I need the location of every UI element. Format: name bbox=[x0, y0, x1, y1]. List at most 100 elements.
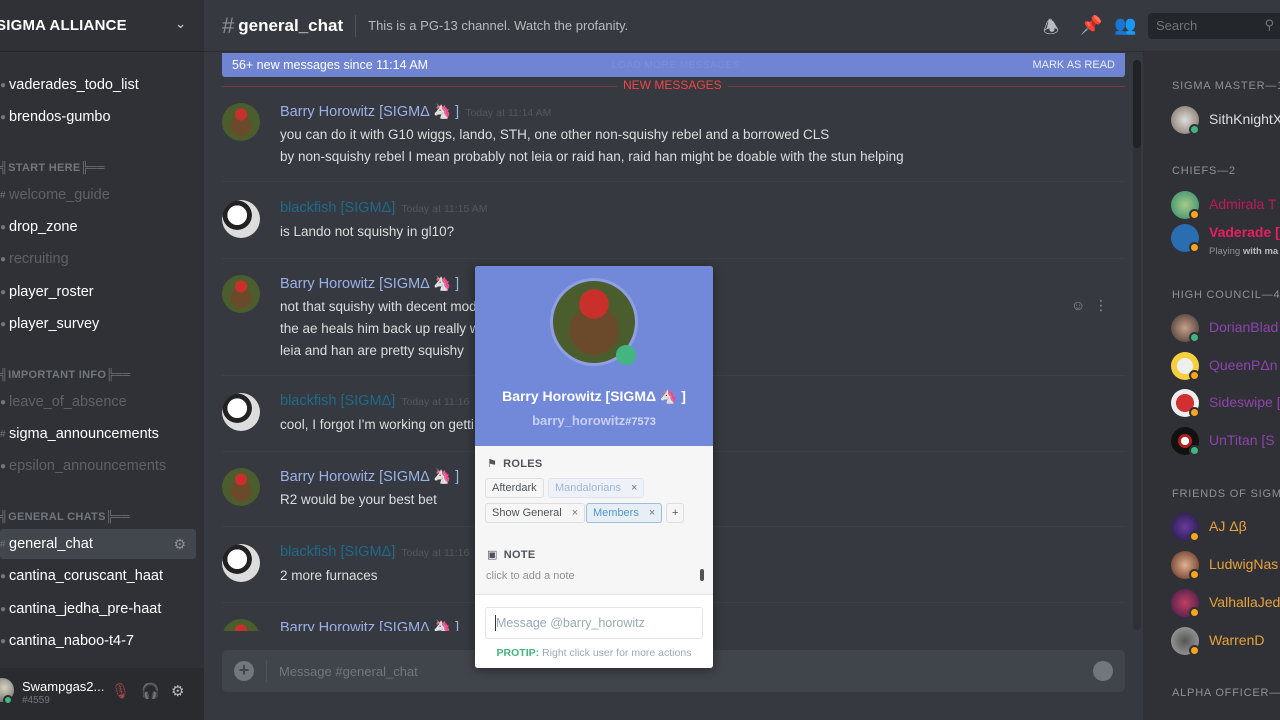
channel-epsilon-announcements[interactable]: ● epsilon_announcements bbox=[0, 451, 196, 481]
message-text: R2 would be your best bet bbox=[280, 492, 437, 507]
member-group-header: SIGMA MASTER—1 bbox=[1172, 80, 1280, 92]
channel-title: general_chat bbox=[238, 15, 344, 35]
channel-player-roster[interactable]: ● player_roster bbox=[0, 277, 196, 307]
channel-brendos-gumbo[interactable]: ● brendos-gumbo bbox=[0, 102, 196, 132]
channel-drop-zone[interactable]: ● drop_zone bbox=[0, 212, 196, 242]
upload-plus-icon[interactable]: + bbox=[234, 661, 254, 681]
settings-gear-icon[interactable]: ⚙ bbox=[171, 682, 184, 700]
member-group-header: CHIEFS—2 bbox=[1172, 165, 1236, 177]
add-role-button[interactable]: + bbox=[666, 503, 685, 523]
member-item[interactable]: ValhallaJed bbox=[1171, 589, 1280, 621]
text-caret bbox=[495, 615, 496, 631]
composer-divider bbox=[266, 660, 267, 682]
user-panel: Swampgas2... #4559 🎙 🎧 ⚙ bbox=[0, 668, 204, 720]
mute-microphone-icon[interactable]: 🎙 bbox=[111, 682, 130, 700]
member-item[interactable]: DorianBlad bbox=[1171, 314, 1280, 346]
remove-role-icon[interactable]: × bbox=[631, 482, 637, 494]
server-name: SIGMA ALLIANCE bbox=[0, 17, 127, 34]
channel-cantina-naboo-t4-7[interactable]: ● cantina_naboo-t4-7 bbox=[0, 626, 196, 656]
pin-icon[interactable]: 📌 bbox=[1080, 15, 1102, 36]
message-author[interactable]: Barry Horowitz [SIGMΔ 🦄 ] bbox=[280, 468, 459, 485]
flag-icon: ⚑ bbox=[487, 458, 498, 470]
member-item[interactable]: UnTitan [S bbox=[1171, 427, 1280, 459]
role-tag: Members × bbox=[586, 503, 663, 523]
author-avatar[interactable] bbox=[222, 200, 260, 238]
note-input[interactable]: click to add a note bbox=[486, 570, 575, 582]
channel-cantina-coruscant-haat[interactable]: ● cantina_coruscant_haat bbox=[0, 561, 196, 591]
member-item[interactable]: Admirala T bbox=[1171, 191, 1280, 223]
member-item[interactable]: Sideswipe [ bbox=[1171, 389, 1280, 421]
member-group-header: FRIENDS OF SIGMA bbox=[1172, 488, 1280, 500]
scrollbar-thumb[interactable] bbox=[1133, 60, 1141, 148]
member-item[interactable]: LudwigNas bbox=[1171, 551, 1280, 583]
member-item[interactable]: AJ Δβ bbox=[1171, 513, 1280, 545]
search-input[interactable]: Search ⚲ bbox=[1148, 13, 1280, 39]
direct-message-input[interactable]: Message @barry_horowitz bbox=[485, 607, 703, 639]
status-idle-icon bbox=[1189, 209, 1200, 220]
headphones-icon[interactable]: 🎧 bbox=[141, 682, 160, 700]
member-item[interactable]: WarrenD bbox=[1171, 627, 1280, 659]
message-timestamp: Today at 11:16 bbox=[401, 547, 470, 559]
note-icon: ▣ bbox=[487, 549, 498, 561]
hash-icon: # bbox=[0, 428, 6, 440]
add-reaction-icon[interactable]: ☺ bbox=[1071, 297, 1085, 313]
bell-icon[interactable]: 🕭 bbox=[1043, 15, 1059, 45]
author-avatar[interactable] bbox=[222, 619, 260, 631]
online-status-indicator bbox=[3, 695, 13, 705]
channel-welcome-guide[interactable]: # welcome_guide bbox=[0, 180, 196, 210]
new-messages-bar[interactable]: 56+ new messages since 11:14 AM LOAD MOR… bbox=[222, 53, 1125, 77]
new-messages-divider: NEW MESSAGES bbox=[222, 78, 1125, 92]
status-online-icon bbox=[1189, 332, 1200, 343]
message-author[interactable]: Barry Horowitz [SIGMΔ 🦄 ] Today at 11:14 … bbox=[280, 103, 551, 120]
lock-icon: ● bbox=[0, 570, 7, 582]
message-author[interactable]: blackfish [SIGMΔ] Today at 11:15 AM bbox=[280, 200, 487, 216]
member-item[interactable]: QueenPΔn bbox=[1171, 352, 1280, 384]
member-item[interactable]: Vaderade [Playing with ma bbox=[1171, 224, 1280, 257]
search-icon: ⚲ bbox=[1264, 17, 1274, 32]
status-idle-icon bbox=[1189, 607, 1200, 618]
category-general-chats[interactable]: ╣ GENERAL CHATS ╠══ bbox=[0, 511, 130, 523]
mark-as-read-button[interactable]: MARK AS READ bbox=[1032, 59, 1115, 71]
author-avatar[interactable] bbox=[222, 468, 260, 506]
author-avatar[interactable] bbox=[222, 544, 260, 582]
message-timestamp: Today at 11:16 bbox=[401, 396, 470, 408]
message-text: cool, I forgot I'm working on getti bbox=[280, 417, 474, 432]
emoji-picker-icon[interactable] bbox=[1093, 661, 1113, 681]
server-header[interactable]: SIGMA ALLIANCE ⌄ bbox=[0, 0, 204, 52]
profile-display-name: Barry Horowitz [SIGMΔ 🦄 ] bbox=[502, 388, 686, 404]
remove-role-icon[interactable]: × bbox=[572, 507, 578, 519]
remove-role-icon[interactable]: × bbox=[649, 507, 655, 519]
message-author[interactable]: Barry Horowitz [SIGMΔ 🦄 ] bbox=[280, 619, 459, 631]
status-idle-icon bbox=[1189, 569, 1200, 580]
channel-cantina-jedha-pre-haat[interactable]: ● cantina_jedha_pre-haat bbox=[0, 594, 196, 624]
message-timestamp: Today at 11:15 AM bbox=[401, 203, 488, 215]
gear-icon[interactable]: ⚙ bbox=[173, 536, 186, 553]
chevron-down-icon[interactable]: ⌄ bbox=[175, 16, 186, 32]
channel-vaderades-todo-list[interactable]: ● vaderades_todo_list bbox=[0, 70, 196, 100]
category-important-info[interactable]: ╣ IMPORTANT INFO ╠══ bbox=[0, 369, 130, 381]
header-divider bbox=[355, 14, 357, 37]
channel-sigma-announcements[interactable]: # sigma_announcements bbox=[0, 419, 196, 449]
members-icon[interactable]: 👥 bbox=[1114, 15, 1136, 36]
message-author[interactable]: blackfish [SIGMΔ] Today at 11:16 bbox=[280, 393, 469, 409]
channel-player-survey[interactable]: ● player_survey bbox=[0, 309, 196, 339]
author-avatar[interactable] bbox=[222, 275, 260, 313]
role-tag: Mandalorians × bbox=[548, 478, 645, 498]
channel-leave-of-absence[interactable]: ● leave_of_absence bbox=[0, 387, 196, 417]
channel-recruiting[interactable]: ● recruiting bbox=[0, 244, 196, 274]
category-start-here[interactable]: ╣ START HERE ╠══ bbox=[0, 162, 105, 174]
message-input[interactable]: Message #general_chat bbox=[279, 664, 418, 679]
lock-icon: ● bbox=[0, 603, 7, 615]
lock-icon: ● bbox=[0, 635, 7, 647]
more-options-icon[interactable]: ⋮ bbox=[1094, 297, 1108, 314]
status-idle-icon bbox=[1189, 242, 1200, 253]
lock-icon: ● bbox=[0, 111, 7, 123]
member-item[interactable]: SithKnightX bbox=[1171, 106, 1280, 138]
load-more-messages[interactable]: LOAD MORE MESSAGES bbox=[612, 60, 740, 71]
author-avatar[interactable] bbox=[222, 103, 260, 141]
message-author[interactable]: Barry Horowitz [SIGMΔ 🦄 ] bbox=[280, 275, 459, 292]
channel-general-chat[interactable]: # general_chat ⚙ bbox=[0, 529, 196, 559]
message-author[interactable]: blackfish [SIGMΔ] Today at 11:16 bbox=[280, 544, 469, 560]
author-avatar[interactable] bbox=[222, 393, 260, 431]
messages-scrollbar[interactable] bbox=[1133, 60, 1141, 630]
